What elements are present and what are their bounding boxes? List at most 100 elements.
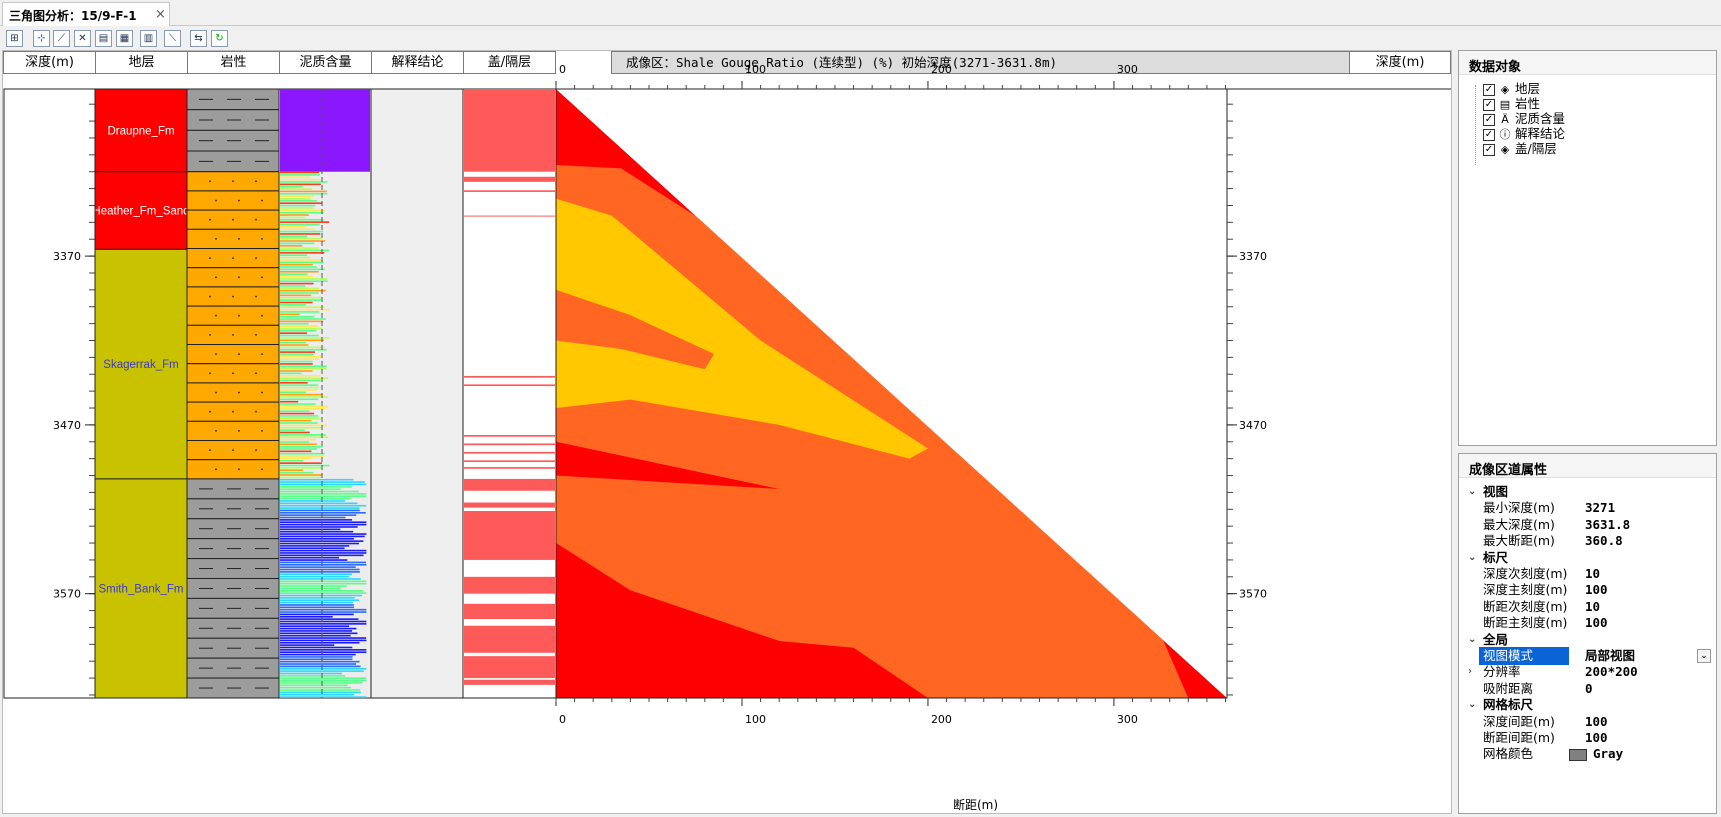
property-value[interactable]: 100 [1585,729,1608,747]
sand-block [186,228,280,250]
tree-item[interactable]: ✓ ◈ 地层 [1483,81,1540,97]
property-row[interactable]: 断距次刻度(m) 10 [1459,598,1716,616]
clay-sample [280,514,357,516]
property-row[interactable]: 最大断距(m) 360.8 [1459,532,1716,550]
sand-dot [238,314,240,317]
formation-label: Skagerrak_Fm [103,359,178,371]
property-row[interactable]: 断距间距(m) 100 [1459,729,1716,747]
tree-item[interactable]: ✓ ◈ 盖/隔层 [1483,141,1557,157]
collapse-icon[interactable]: ⌄ [1468,631,1476,649]
tree-item-label: 解释结论 [1515,126,1566,141]
clay-sample [280,209,326,212]
line-icon[interactable]: ⟍ [164,30,181,47]
property-value[interactable]: 3631.8 [1585,516,1630,534]
grid-icon[interactable]: ▦ [116,30,133,47]
tree-item[interactable]: ✓ Ä 泥质含量 [1483,111,1565,127]
checkbox[interactable]: ✓ [1483,83,1495,96]
sand-dot [215,468,217,471]
property-value[interactable]: 200*200 [1585,663,1638,681]
collapse-icon[interactable]: ⌄ [1468,549,1476,567]
clay-sample [280,469,304,472]
x-tick-label: 200 [931,63,952,76]
clay-sample [280,630,353,632]
clay-sample [280,601,353,604]
swap-icon[interactable]: ⇆ [190,30,207,47]
clay-sample [280,400,299,403]
property-row[interactable]: 深度次刻度(m) 10 [1459,565,1716,583]
property-value[interactable]: 10 [1585,598,1600,616]
tab-triangle-analysis[interactable]: 三角图分析：15/9-F-1 × [2,2,170,26]
clay-sample [280,568,360,571]
clay-sample [280,632,358,635]
clay-sample [280,398,319,401]
property-value[interactable]: 局部视图 [1585,647,1635,665]
close-icon[interactable]: × [155,7,166,22]
clay-sample [280,490,359,493]
clay-sample [280,327,323,330]
clay-sample [280,372,302,375]
checkbox[interactable]: ✓ [1483,98,1495,111]
clay-sample [280,263,313,266]
clay-sample [280,611,367,613]
property-row[interactable]: 断距主刻度(m) 100 [1459,614,1716,632]
table-icon[interactable]: ▥ [140,30,157,47]
property-value[interactable]: 0 [1585,680,1593,698]
tree-item[interactable]: ✓ ⓘ 解释结论 [1483,126,1565,142]
checkbox[interactable]: ✓ [1483,113,1495,126]
clay-sample [280,365,327,368]
clay-sample [280,332,308,334]
property-value[interactable]: 100 [1585,614,1608,632]
sand-dot [261,430,263,432]
property-row[interactable]: 最大深度(m) 3631.8 [1459,516,1716,534]
tree-item[interactable]: ✓ ▤ 岩性 [1483,96,1540,112]
chart-icon[interactable]: ▤ [95,30,112,47]
property-row[interactable]: 吸附距离 0 [1459,680,1716,698]
clay-sample [280,530,354,533]
sand-dot [255,295,257,298]
property-row[interactable]: 深度主刻度(m) 100 [1459,581,1716,599]
expand-icon[interactable]: › [1468,663,1472,681]
property-value[interactable]: 100 [1585,713,1608,731]
property-category[interactable]: ⌄ 全局 [1459,631,1716,649]
clay-sample [280,356,321,358]
clay-sample [280,296,323,299]
property-value[interactable]: 10 [1585,565,1600,583]
property-label: 最大断距(m) [1483,533,1555,549]
sand-dot [261,391,263,394]
property-row[interactable]: 深度间距(m) 100 [1459,713,1716,731]
collapse-icon[interactable]: ⌄ [1468,483,1476,501]
property-value[interactable]: 100 [1585,581,1608,599]
property-category[interactable]: ⌄ 网格标尺 [1459,696,1716,714]
clay-sample [280,216,306,219]
property-row[interactable]: 网格颜色 Gray [1459,745,1716,763]
property-value[interactable]: 360.8 [1585,532,1623,550]
log-plot[interactable]: Draupne_Fm Heather_Fm_Sand Skagerrak_Fm Smi… [3,51,1452,814]
clay-sample [280,500,345,502]
clay-sample [280,519,353,521]
sand-block [186,305,280,326]
refresh-icon[interactable]: ↻ [211,30,228,47]
fault-icon[interactable]: ⟋ [53,30,70,47]
chevron-down-icon[interactable]: ⌄ [1697,649,1711,663]
formation-label: Smith_Bank_Fm [98,583,183,595]
layer-icon[interactable]: ⊹ [33,30,50,47]
property-value[interactable]: 3271 [1585,499,1615,517]
property-category[interactable]: ⌄ 标尺 [1459,549,1716,567]
property-row[interactable]: › 分辨率 200*200 [1459,663,1716,681]
property-row[interactable]: 最小深度(m) 3271 [1459,499,1716,517]
clay-sample [280,197,311,200]
clay-sample [280,467,322,469]
cross-icon[interactable]: ✕ [74,30,91,47]
tree-guide [1475,85,1476,165]
collapse-icon[interactable]: ⌄ [1468,696,1476,714]
property-category[interactable]: ⌄ 视图 [1459,483,1716,501]
clay-sample [280,528,341,531]
checkbox[interactable]: ✓ [1483,143,1495,156]
property-label: 网格颜色 [1483,746,1534,762]
clay-sample [280,233,321,235]
property-value[interactable]: Gray [1569,745,1623,763]
checkbox[interactable]: ✓ [1483,128,1495,141]
view-icon[interactable]: ⊞ [6,30,23,47]
property-row[interactable]: 视图模式 局部视图 ⌄ [1459,647,1716,665]
clay-sample [280,471,314,474]
